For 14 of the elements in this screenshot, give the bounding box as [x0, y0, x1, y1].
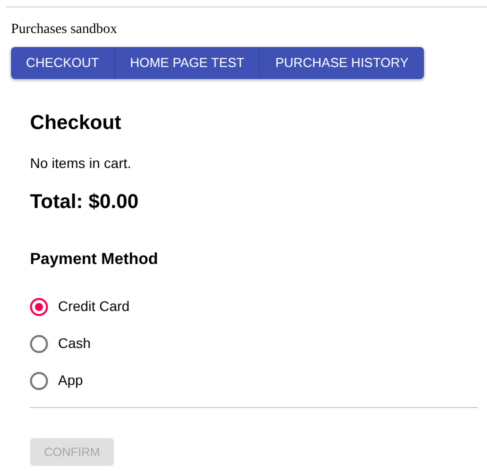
cart-message: No items in cart.	[30, 154, 132, 173]
total-text: Total: $0.00	[30, 190, 140, 214]
section-heading: Payment Method	[30, 250, 160, 270]
nav-button[interactable]: CHECKOUT	[11, 47, 115, 79]
radio-button[interactable]	[30, 298, 48, 316]
radio-button[interactable]	[30, 334, 48, 352]
app-title: Purchases sandbox	[11, 21, 118, 39]
page-heading: Checkout	[30, 111, 122, 135]
radio-label: Credit Card	[58, 297, 130, 316]
nav-button[interactable]: PURCHASE HISTORY	[260, 47, 424, 79]
nav-button[interactable]: HOME PAGE TEST	[114, 47, 260, 79]
radio-button[interactable]	[30, 372, 48, 390]
radio-label: Cash	[58, 334, 91, 353]
radio-label: App	[58, 371, 83, 390]
